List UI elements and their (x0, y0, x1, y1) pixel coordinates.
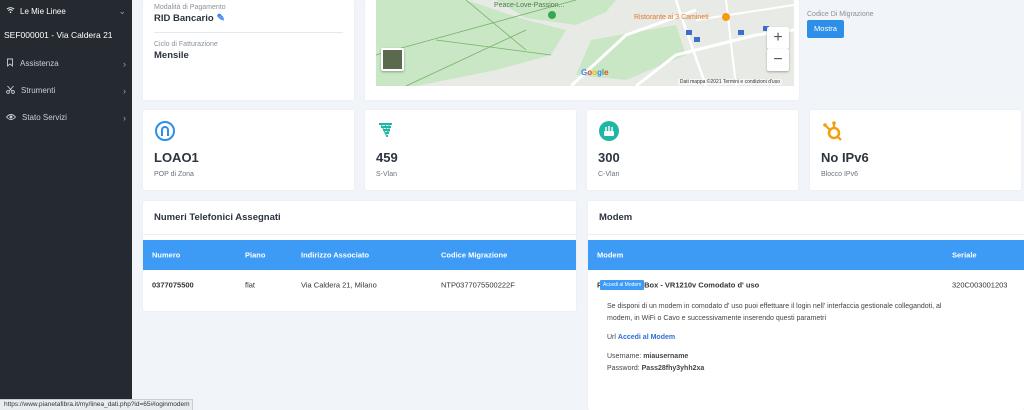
stat-card-svlan: 459 S-Vlan (365, 110, 576, 190)
sidebar: Le Mie Linee ⌄ SEF000001 - Via Caldera 2… (0, 0, 132, 410)
wifi-icon (6, 6, 15, 16)
login-modem-button[interactable]: Accedi al Modem (600, 280, 645, 290)
sidebar-lines-toggle[interactable]: Le Mie Linee ⌄ (0, 0, 132, 22)
chevron-down-icon: ⌄ (118, 5, 126, 16)
username-value: miausername (643, 353, 689, 360)
password-value: Pass28fhy3yhh2xa (641, 365, 705, 372)
zoom-in-button[interactable]: + (767, 27, 789, 49)
payment-method-label: Modalità di Pagamento (154, 4, 226, 11)
sidebar-item-label: Assistenza (20, 59, 59, 68)
table-cell: Via Caldera 21, Milano (301, 280, 377, 290)
table-header: Modem Seriale (588, 240, 1024, 270)
sidebar-item-label: Strumenti (21, 86, 56, 95)
table-cell: 320C003001203 (952, 280, 1008, 290)
column-header: Indirizzo Associato (301, 250, 370, 260)
billing-cycle-label: Ciclo di Fatturazione (154, 41, 218, 48)
sidebar-item-label: Stato Servizi (22, 113, 67, 122)
table-row: 0377075500 flat Via Caldera 21, Milano N… (143, 270, 576, 300)
column-header: Codice Migrazione (441, 250, 508, 260)
chevron-right-icon: › (123, 112, 126, 123)
stat-card-cvlan: 300 C-Vlan (587, 110, 798, 190)
phone-numbers-panel: Numeri Telefonici Assegnati Numero Piano… (143, 201, 576, 311)
zoom-out-button[interactable]: − (767, 49, 789, 71)
panel-title: Modem (588, 201, 1024, 235)
show-migration-button[interactable]: Mostra (807, 20, 844, 38)
stat-value: 459 (376, 150, 398, 165)
map-card: Peace-Love-Passion... Ristorante ai 3 Ca… (365, 0, 799, 100)
stat-card-pop: LOAO1 POP di Zona (143, 110, 354, 190)
stat-card-ipv6: No IPv6 Blocco IPv6 (810, 110, 1021, 190)
satellite-toggle[interactable] (381, 48, 404, 71)
sidebar-item-strumenti[interactable]: Strumenti › (0, 77, 132, 104)
stat-label: C-Vlan (598, 171, 620, 178)
column-header: Piano (245, 250, 266, 260)
table-cell: flat (245, 280, 256, 290)
modem-panel: Modem Modem Seriale PianetaFibra Box - V… (588, 201, 1024, 410)
sidebar-header-label: Le Mie Linee (20, 6, 66, 16)
chevron-right-icon: › (123, 85, 126, 96)
billing-cycle-value: Mensile (154, 50, 189, 61)
migration-code-label: Codice Di Migrazione (807, 11, 874, 18)
table-cell: NTP0377075500222F (441, 280, 515, 290)
stat-value: LOAO1 (154, 150, 199, 165)
divider (154, 32, 343, 33)
map-place-label: Peace-Love-Passion... (494, 2, 565, 9)
sidebar-item-assistenza[interactable]: Assistenza › (0, 50, 132, 77)
map[interactable]: Peace-Love-Passion... Ristorante ai 3 Ca… (376, 0, 794, 86)
table-row: PianetaFibra Box - VR1210v Comodato d' u… (588, 270, 1024, 300)
url-label: Url (607, 334, 616, 341)
sidebar-line-item[interactable]: SEF000001 - Via Caldera 21 (0, 22, 132, 50)
chevron-right-icon: › (123, 58, 126, 69)
stat-label: POP di Zona (154, 171, 194, 178)
hubspot-icon (821, 120, 843, 142)
payment-method-value: RID Bancario ✎ (154, 13, 343, 24)
sidebar-item-stato-servizi[interactable]: Stato Servizi › (0, 104, 132, 131)
panel-title: Numeri Telefonici Assegnati (143, 201, 576, 235)
status-bar-url: https://www.pianetafibra.it/my/linea_dat… (0, 399, 193, 410)
modem-description: Se disponi di un modem in comodato d' us… (607, 303, 942, 322)
bookmark-icon (6, 58, 14, 69)
modem-instructions: Se disponi di un modem in comodato d' us… (607, 301, 947, 375)
stat-label: S-Vlan (376, 171, 398, 178)
column-header: Seriale (952, 250, 977, 260)
password-row: Password: Pass28fhy3yhh2xa (607, 363, 947, 375)
scissors-icon (6, 85, 15, 96)
stat-value: No IPv6 (821, 150, 869, 165)
username-label: Username: (607, 353, 642, 360)
billing-info-card: Modalità di Pagamento RID Bancario ✎ Cicl… (143, 0, 354, 100)
stat-value: 300 (598, 150, 620, 165)
login-modem-link[interactable]: Accedi al Modem (618, 334, 675, 341)
map-credit[interactable]: Dati mappa ©2021 Termini e condizioni d'… (677, 79, 782, 85)
router-icon (598, 120, 620, 142)
password-label: Password: (607, 365, 640, 372)
eye-icon (5, 113, 17, 123)
payment-method-text: RID Bancario (154, 13, 214, 24)
map-place-label: Ristorante ai 3 Camineti (634, 14, 709, 21)
location-icon (154, 120, 176, 142)
network-icon (376, 120, 398, 142)
stat-label: Blocco IPv6 (821, 171, 858, 178)
username-row: Username: miausername (607, 351, 947, 363)
table-header: Numero Piano Indirizzo Associato Codice … (143, 240, 576, 270)
pencil-icon[interactable]: ✎ (217, 13, 225, 24)
table-cell: 0377075500 (152, 280, 194, 290)
google-logo: Google (581, 68, 609, 77)
column-header: Modem (597, 250, 624, 260)
column-header: Numero (152, 250, 181, 260)
modem-url-row: Url Accedi al Modem (607, 332, 947, 344)
